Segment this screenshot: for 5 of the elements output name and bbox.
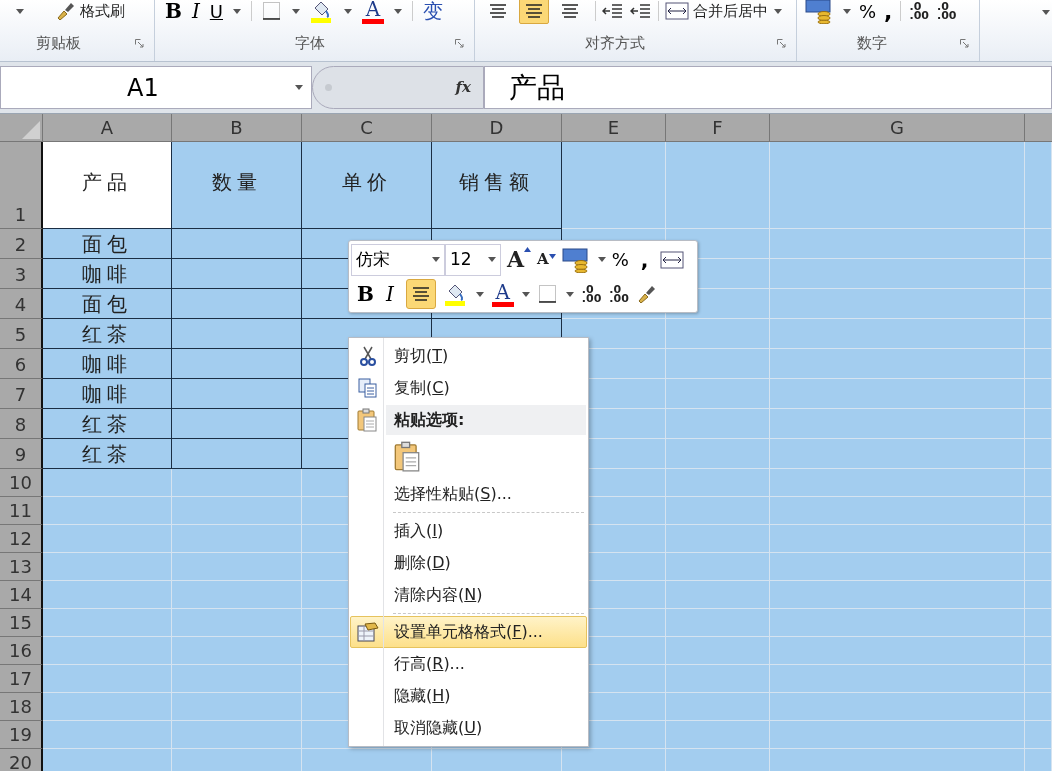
paste-options-header: 粘贴选项: [386,405,586,435]
group-label: 对齐方式 [585,33,645,54]
group-label: 字体 [295,33,325,54]
group-label: 剪贴板 [36,33,81,54]
group-label: 数字 [857,33,887,54]
